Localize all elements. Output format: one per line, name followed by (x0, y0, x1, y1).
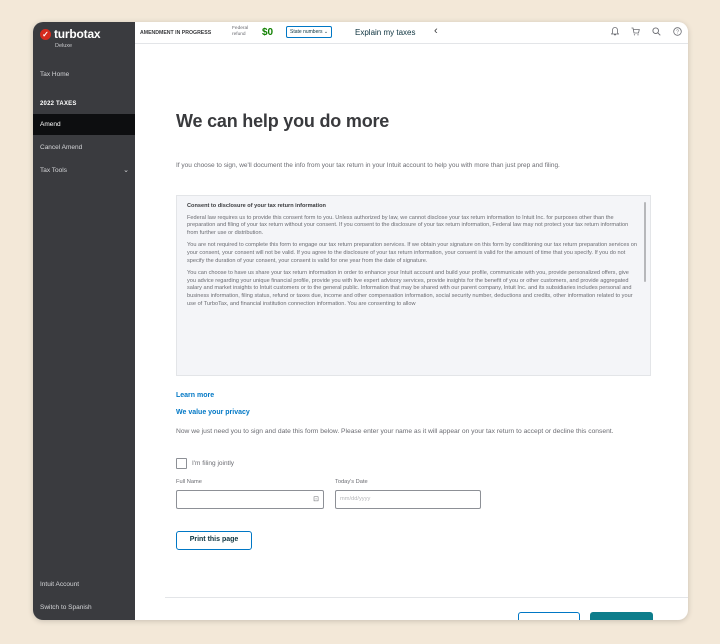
footer-divider (165, 597, 688, 598)
state-numbers-label: State numbers (290, 29, 323, 35)
sidebar-item-intuit-account[interactable]: Intuit Account (40, 581, 79, 588)
sidebar-item-amend[interactable]: Amend (33, 114, 135, 135)
sidebar-item-tax-home[interactable]: Tax Home (40, 71, 69, 78)
help-icon[interactable]: ? (673, 27, 682, 38)
consent-scroll-box[interactable]: Consent to disclosure of your tax return… (176, 195, 651, 376)
chevron-left-icon[interactable]: ‹ (434, 25, 438, 37)
consent-paragraph: You can choose to have us share your tax… (187, 270, 633, 307)
explain-my-taxes-link[interactable]: Explain my taxes (355, 28, 415, 37)
chevron-down-icon[interactable]: ⌄ (123, 166, 129, 174)
sidebar-item-cancel-amend[interactable]: Cancel Amend (40, 144, 82, 151)
checkmark-logo-icon: ✓ (40, 28, 51, 40)
intro-text: If you choose to sign, we'll document th… (176, 162, 560, 169)
search-icon[interactable] (652, 27, 661, 38)
main-content: We can help you do more If you choose to… (135, 44, 688, 620)
filing-jointly-row[interactable]: I'm filing jointly (176, 458, 234, 469)
refund-label: Federal refund (232, 26, 249, 37)
scrollbar[interactable] (644, 202, 646, 282)
refund-amount: $0 (262, 27, 274, 38)
decline-button[interactable]: Decline (518, 612, 580, 620)
sidebar-item-tax-tools[interactable]: Tax Tools (40, 167, 67, 174)
consent-paragraph: You are not required to complete this fo… (187, 242, 638, 264)
state-numbers-button[interactable]: State numbers ⌄ (286, 26, 333, 38)
svg-text:?: ? (676, 29, 679, 35)
agree-button[interactable]: I agree (590, 612, 653, 620)
print-page-button[interactable]: Print this page (176, 531, 252, 550)
product-tier: Deluxe (55, 43, 73, 49)
full-name-field[interactable]: ⊡ (176, 490, 324, 509)
logo[interactable]: ✓ turbotax (40, 27, 101, 41)
page-title: We can help you do more (176, 111, 390, 131)
sidebar-item-switch-spanish[interactable]: Switch to Spanish (40, 604, 92, 611)
privacy-link[interactable]: We value your privacy (176, 409, 250, 416)
app-window: ✓ turbotax Deluxe Tax Home 2022 TAXES Am… (33, 22, 688, 620)
amendment-status: AMENDMENT IN PROGRESS (140, 30, 212, 36)
date-placeholder: mm/dd/yyyy (340, 496, 371, 502)
chevron-down-icon: ⌄ (323, 29, 329, 35)
bell-icon[interactable] (610, 27, 620, 38)
sidebar: ✓ turbotax Deluxe Tax Home 2022 TAXES Am… (33, 22, 135, 620)
top-bar: AMENDMENT IN PROGRESS Federal refund $0 … (135, 22, 688, 44)
full-name-label: Full Name (176, 479, 202, 485)
sign-instructions: Now we just need you to sign and date th… (176, 428, 614, 435)
date-field[interactable]: mm/dd/yyyy (335, 490, 481, 509)
learn-more-link[interactable]: Learn more (176, 392, 214, 399)
consent-paragraph: Federal law requires us to provide this … (187, 214, 629, 236)
sidebar-section-heading: 2022 TAXES (40, 101, 77, 107)
autofill-icon[interactable]: ⊡ (313, 491, 319, 508)
filing-jointly-checkbox[interactable] (176, 458, 187, 469)
cart-icon[interactable] (631, 27, 640, 38)
brand-name: turbotax (54, 27, 101, 41)
filing-jointly-label: I'm filing jointly (192, 460, 235, 467)
date-label: Today's Date (335, 479, 368, 485)
consent-title: Consent to disclosure of your tax return… (187, 203, 326, 209)
top-icon-group: ? (610, 27, 682, 38)
sidebar-item-label: Amend (40, 121, 61, 128)
